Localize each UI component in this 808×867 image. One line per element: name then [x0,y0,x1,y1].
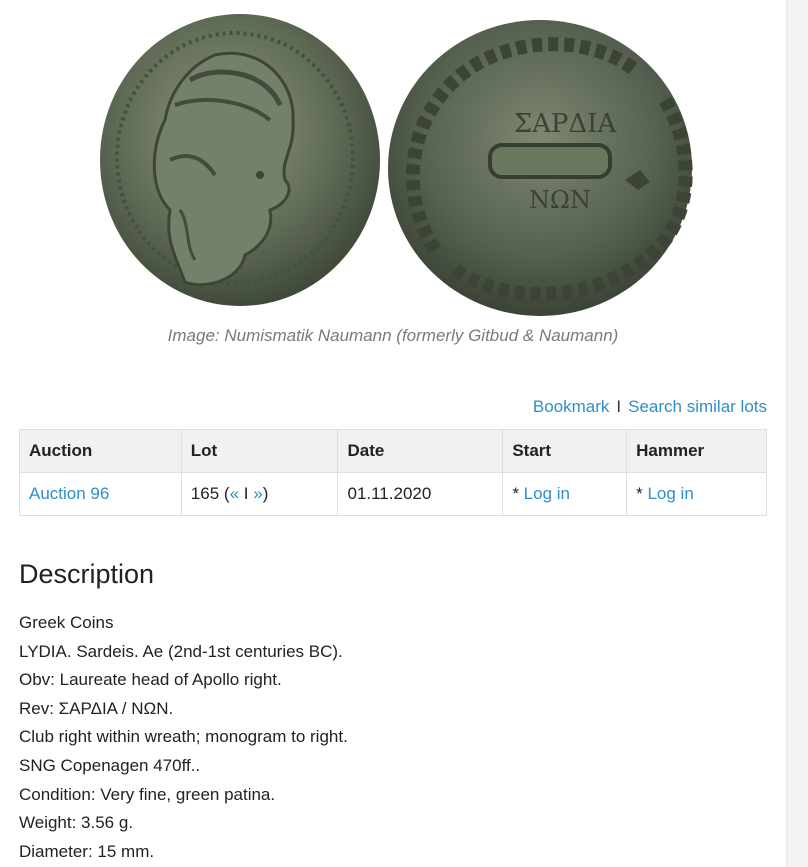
hammer-prefix: * [636,484,648,503]
reverse-legend-bottom: ΝΩΝ [529,186,591,214]
lot-nav-separator: I [243,484,249,503]
description-line: Weight: 3.56 g. [19,813,134,833]
description-heading: Description [19,559,155,589]
lot-number: 165 [190,484,220,503]
image-caption: Image: Numismatik Naumann (formerly Gitb… [167,326,619,345]
bookmark-link[interactable]: Bookmark [533,397,610,416]
header-hammer: Hammer [626,429,767,473]
search-similar-lots-link[interactable]: Search similar lots [628,397,767,416]
coin-obverse [100,14,380,306]
lot-table: Auction Lot Date Start Hammer Auction 96… [19,429,767,516]
coin-reverse: ΣΑΡΔΙΑ ΝΩΝ [388,20,693,316]
cell-start: * Log in [502,472,628,516]
cell-lot: 165 (« I ») [180,472,339,516]
description-line: Obv: Laureate head of Apollo right. [19,670,282,690]
cell-auction: Auction 96 [19,472,182,516]
reverse-legend-top: ΣΑΡΔΙΑ [514,109,618,139]
header-start: Start [502,429,628,473]
previous-lot-link[interactable]: « [230,484,239,503]
next-lot-link[interactable]: » [253,484,262,503]
lot-nav-close: ) [262,484,269,503]
coin-image[interactable]: ΣΑΡΔΙΑ ΝΩΝ [95,10,700,320]
description-line: Greek Coins [19,613,114,632]
table-header-row: Auction Lot Date Start Hammer [19,429,767,473]
scrollbar[interactable] [786,0,808,867]
auction-link[interactable]: Auction 96 [29,484,109,503]
description-line: Club right within wreath; monogram to ri… [19,727,348,747]
cell-hammer: * Log in [626,472,767,516]
start-prefix: * [512,484,524,503]
lot-actions: Bookmark I Search similar lots [533,397,767,417]
table-row: Auction 96 165 (« I ») 01.11.2020 * Log … [19,472,767,516]
actions-separator: I [616,397,622,416]
hammer-login-link[interactable]: Log in [647,484,693,503]
start-login-link[interactable]: Log in [524,484,570,503]
cell-date: 01.11.2020 [337,472,504,516]
description-line: Diameter: 15 mm. [19,841,155,861]
description-line: Condition: Very fine, green patina. [19,784,276,804]
header-date: Date [337,429,504,473]
description-body: Greek Coins LYDIA. Sardeis. Ae (2nd-1st … [19,609,348,866]
header-lot: Lot [180,429,339,473]
description-line: SNG Copenagen 470ff.. [19,755,201,775]
description-line: Rev: ΣΑΡΔΙΑ / ΝΩΝ. [19,698,174,718]
header-auction: Auction [19,429,182,473]
description-line: LYDIA. Sardeis. Ae (2nd-1st centuries BC… [19,641,343,661]
